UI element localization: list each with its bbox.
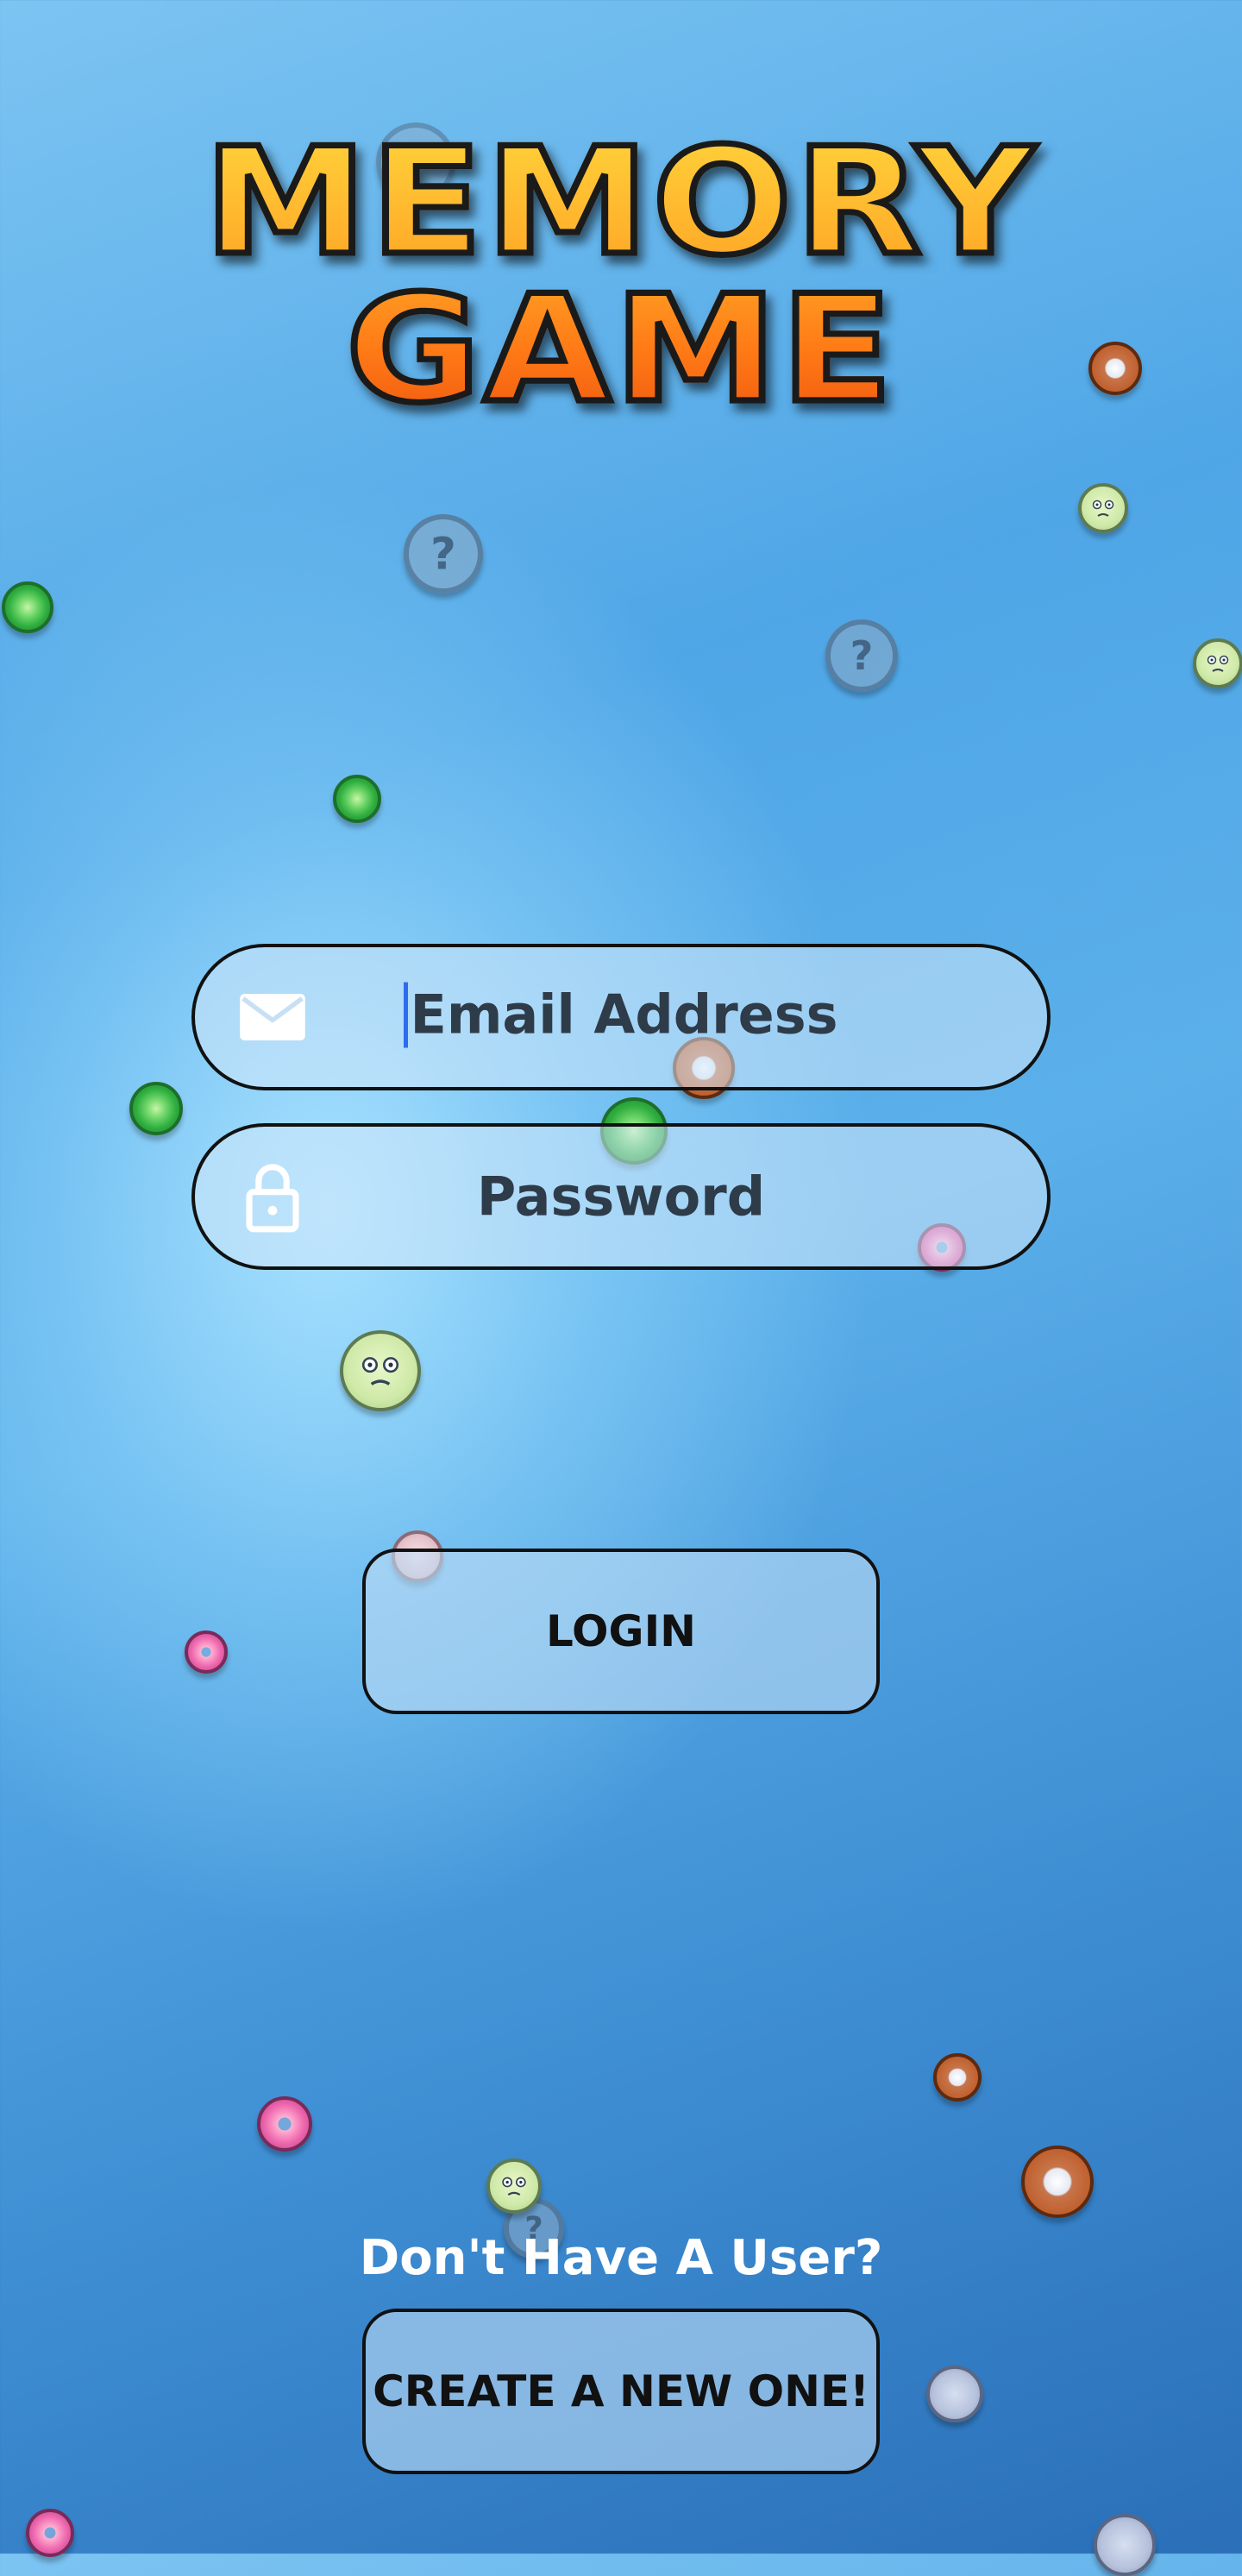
login-button[interactable]: LOGIN [362,1549,880,1714]
pink-donut-token-icon [185,1630,228,1674]
no-account-prompt: Don't Have A User? [359,2230,883,2286]
email-field[interactable]: Email Address [191,944,1051,1090]
question-mark-token-icon: ? [825,619,898,692]
svg-text:?: ? [430,529,456,581]
mail-icon [234,978,311,1056]
green-swirl-token-icon [129,1082,183,1135]
email-placeholder: Email Address [195,982,1047,1052]
orange-face-token-icon [1021,2146,1094,2218]
pink-donut-token-icon [257,2096,312,2152]
grey-face-token-icon [926,2366,983,2422]
login-screen: ? ? ? ? MEMORY GAME [0,0,1242,2576]
text-caret [404,982,409,1048]
green-face-token-icon [486,2158,542,2214]
password-placeholder: Password [476,1165,766,1228]
game-title-logo: MEMORY GAME [0,125,1242,426]
green-face-token-icon [1193,638,1242,688]
pink-donut-token-icon [26,2509,74,2557]
password-field[interactable]: Password [191,1123,1051,1270]
green-face-token-icon [1078,483,1128,533]
question-mark-token-icon: ? [404,514,483,594]
create-account-button[interactable]: CREATE A NEW ONE! [362,2309,880,2474]
green-face-token-icon [340,1330,421,1411]
green-swirl-token-icon [2,581,53,633]
lock-icon [234,1158,311,1235]
grey-face-token-icon [1094,2514,1156,2576]
svg-text:?: ? [850,632,874,679]
green-swirl-token-icon [333,775,381,823]
orange-face-token-icon [933,2053,982,2102]
